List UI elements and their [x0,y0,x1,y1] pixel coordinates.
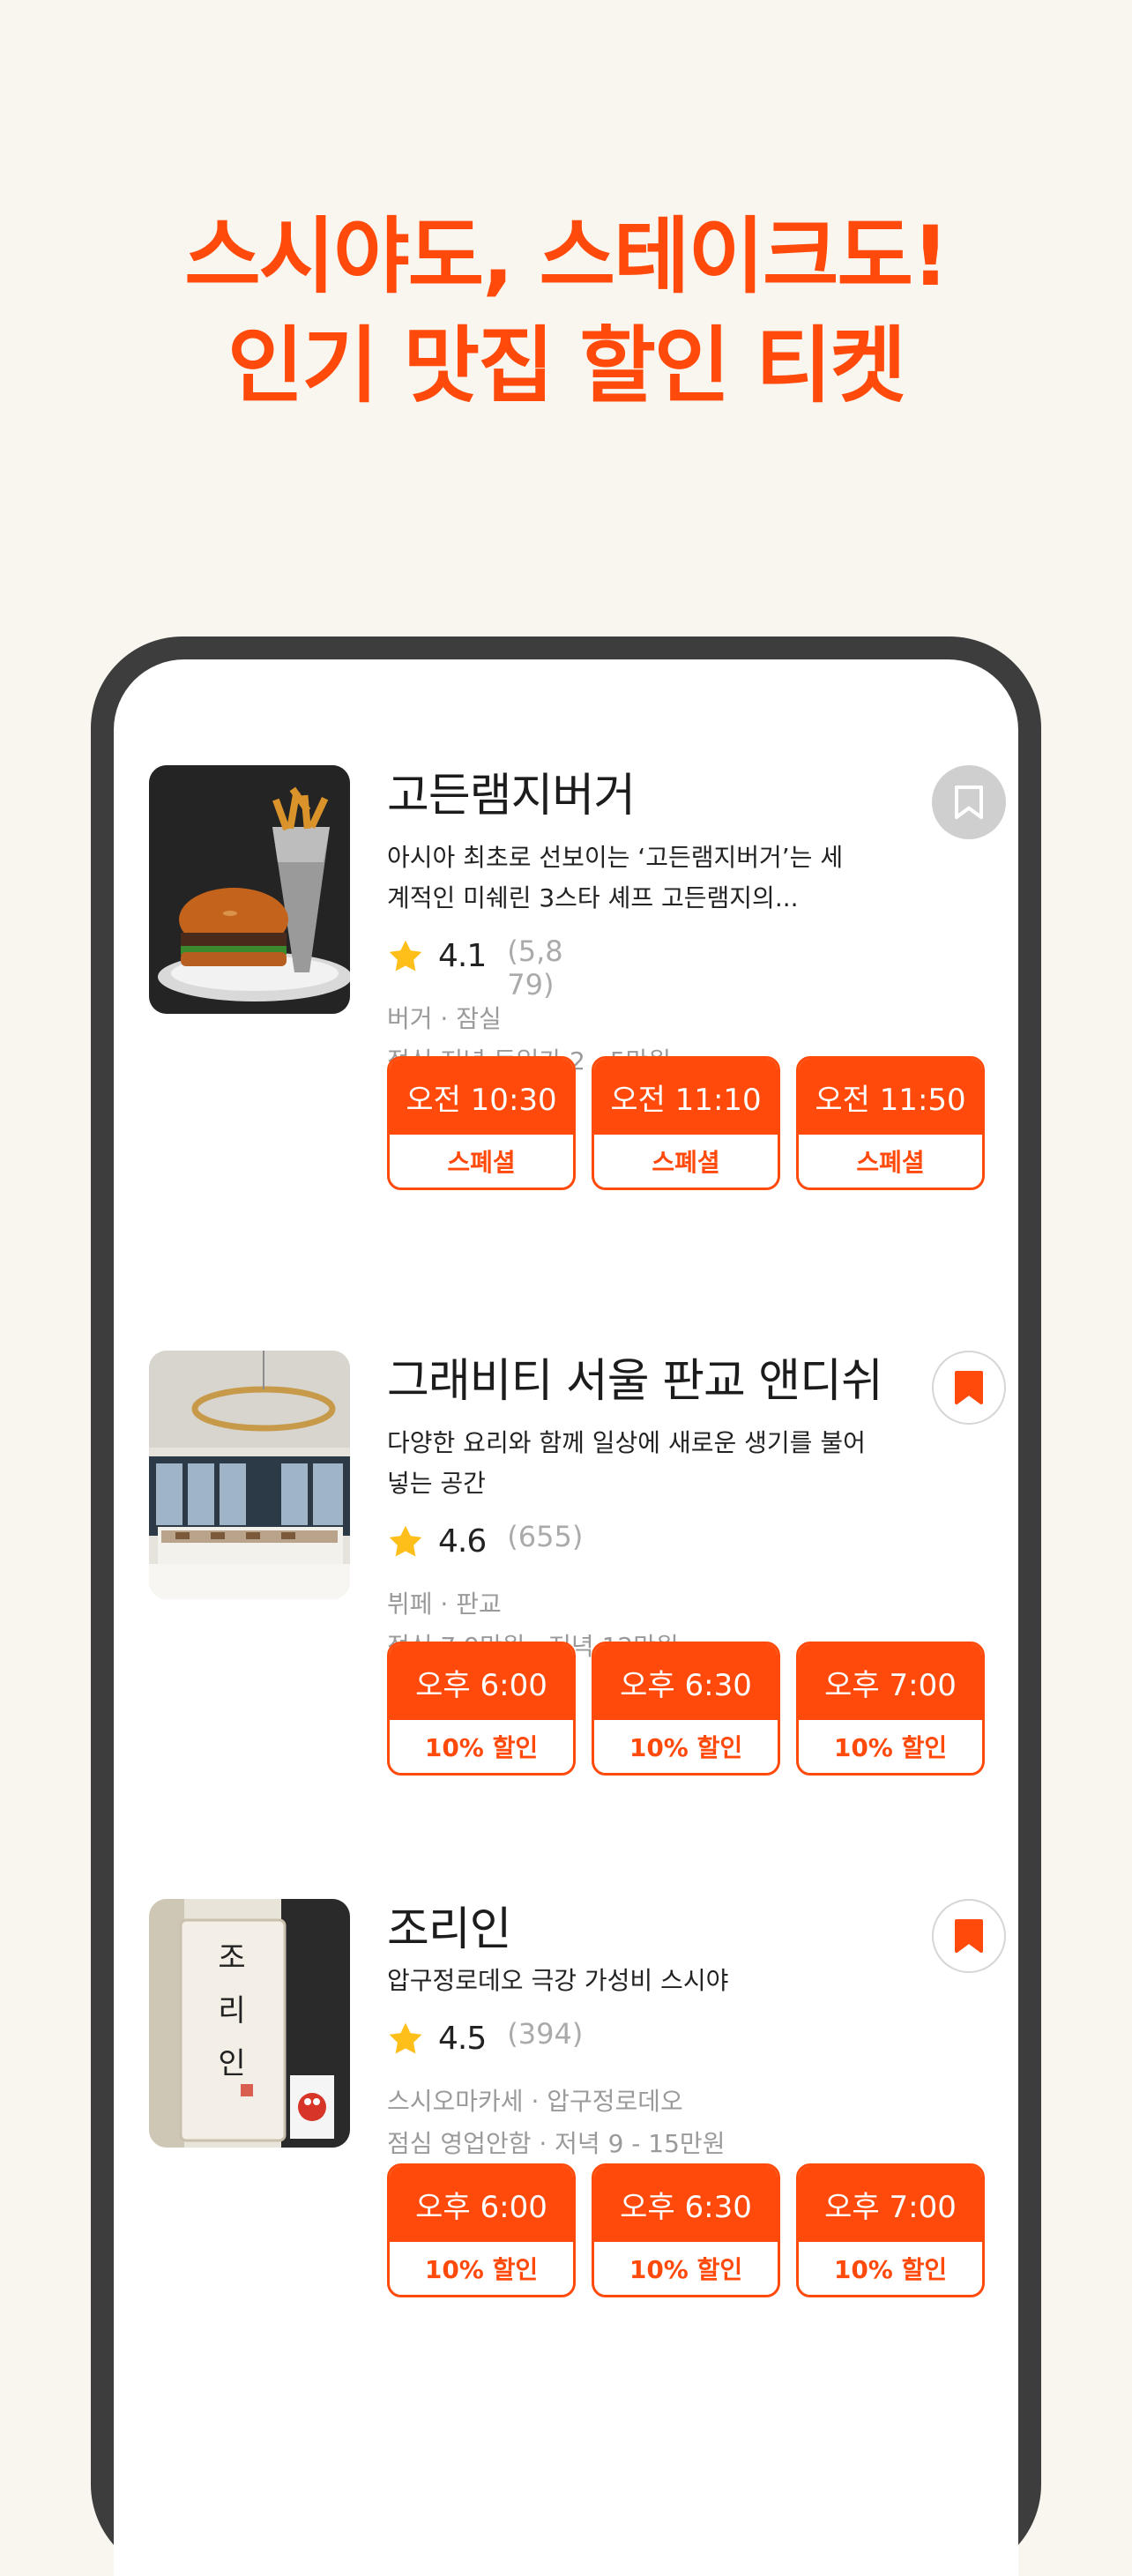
bookmark-button[interactable] [932,1351,1006,1425]
sushi-sign-image: 조 리 인 [149,1899,350,2148]
category-location: 뷔페 · 판교 [387,1590,502,1619]
rating-score: 4.5 [438,2021,487,2057]
sign-char-1: 조 [218,1940,245,1976]
burger-photo[interactable] [149,765,350,1014]
time-slot-list: 오후 6:00 10% 할인 오후 6:30 10% 할인 오후 7:00 10… [387,2163,985,2297]
slot-time: 오후 6:00 [390,2166,573,2242]
slot-tag: 10% 할인 [424,1733,539,1762]
time-slot-button[interactable]: 오후 6:00 10% 할인 [387,1642,576,1776]
slot-time: 오후 6:30 [594,2166,778,2242]
restaurant-description: 아시아 최초로 선보이는 ‘고든램지버거’는 세계적인 미쉐린 3스타 셰프 고… [387,843,844,912]
slot-tag: 10% 할인 [424,2255,539,2284]
restaurant-info: 조리인 압구정로데오 극강 가성비 스시야 4.5 (394) 스시오마카세 ·… [387,1899,898,2165]
rating-row: 4.1 (5,879) [387,931,898,1001]
slot-time: 오후 6:00 [390,1644,573,1720]
review-count: (5,879) [507,934,563,1001]
restaurant-description: 다양한 요리와 함께 일상에 새로운 생기를 불어넣는 공간 [387,1428,866,1498]
category-location: 스시오마카세 · 압구정로데오 [387,2087,683,2116]
bookmark-filled-icon [955,1371,983,1404]
category-location: 버거 · 잠실 [387,1004,502,1033]
buffet-image [149,1351,350,1599]
slot-time: 오후 6:30 [594,1644,778,1720]
slot-tag: 스폐셜 [447,1148,516,1177]
time-slot-button[interactable]: 오전 10:30 스폐셜 [387,1056,576,1190]
slot-time: 오전 10:30 [390,1059,573,1135]
bookmark-filled-icon [955,1919,983,1953]
burger-image [149,765,350,1014]
restaurant-name[interactable]: 고든램지버거 [387,765,898,827]
bookmark-button[interactable] [932,765,1006,839]
restaurant-info: 고든램지버거 아시아 최초로 선보이는 ‘고든램지버거’는 세계적인 미쉐린 3… [387,765,898,1083]
time-slot-button[interactable]: 오후 6:30 10% 할인 [592,1642,780,1776]
time-slot-button[interactable]: 오전 11:10 스폐셜 [592,1056,780,1190]
star-icon [389,1525,422,1557]
rating-row: 4.5 (394) [387,2014,898,2081]
restaurant-name[interactable]: 조리인 [387,1899,898,1961]
time-slot-button[interactable]: 오후 6:30 10% 할인 [592,2163,780,2297]
bookmark-outline-icon [955,785,983,819]
slot-time: 오후 7:00 [799,1644,982,1720]
time-slot-button[interactable]: 오후 7:00 10% 할인 [796,2163,985,2297]
time-slot-button[interactable]: 오후 6:00 10% 할인 [387,2163,576,2297]
review-count: (394) [507,2017,584,2051]
restaurant-description: 압구정로데오 극강 가성비 스시야 [387,1966,729,1995]
star-icon [389,940,422,972]
price-range: 점심 영업안함 · 저녁 9 - 15만원 [387,2129,726,2158]
restaurant-info: 그래비티 서울 판교 앤디쉬 다양한 요리와 함께 일상에 새로운 생기를 불어… [387,1351,898,1668]
slot-tag: 스폐셜 [856,1148,925,1177]
slot-tag: 10% 할인 [833,1733,948,1762]
rating-row: 4.6 (655) [387,1516,898,1583]
time-slot-button[interactable]: 오전 11:50 스폐셜 [796,1056,985,1190]
sign-char-3: 인 [218,2046,245,2081]
headline-line-2: 인기 맛집 할인 티켓 [227,318,906,414]
rating-score: 4.6 [438,1523,487,1560]
phone-frame: 고든램지버거 아시아 최초로 선보이는 ‘고든램지버거’는 세계적인 미쉐린 3… [91,637,1041,2576]
star-icon [389,2022,422,2054]
bookmark-button[interactable] [932,1899,1006,1973]
promo-headline: 스시야도, 스테이크도! 인기 맛집 할인 티켓 [0,203,1132,421]
time-slot-list: 오후 6:00 10% 할인 오후 6:30 10% 할인 오후 7:00 10… [387,1642,985,1776]
slot-tag: 10% 할인 [833,2255,948,2284]
rating-score: 4.1 [438,938,487,974]
restaurant-name[interactable]: 그래비티 서울 판교 앤디쉬 [387,1351,898,1412]
time-slot-button[interactable]: 오후 7:00 10% 할인 [796,1642,985,1776]
slot-tag: 10% 할인 [629,1733,743,1762]
slot-time: 오전 11:50 [799,1059,982,1135]
time-slot-list: 오전 10:30 스폐셜 오전 11:10 스폐셜 오전 11:50 스폐셜 [387,1056,985,1190]
slot-time: 오전 11:10 [594,1059,778,1135]
headline-line-1: 스시야도, 스테이크도! [184,209,950,305]
slot-time: 오후 7:00 [799,2166,982,2242]
slot-tag: 스폐셜 [652,1148,720,1177]
slot-tag: 10% 할인 [629,2255,743,2284]
buffet-photo[interactable] [149,1351,350,1599]
review-count: (655) [507,1520,584,1553]
app-screen: 고든램지버거 아시아 최초로 선보이는 ‘고든램지버거’는 세계적인 미쉐린 3… [114,659,1018,2576]
sign-char-2: 리 [218,1993,245,2029]
sushi-sign-photo[interactable]: 조 리 인 [149,1899,350,2148]
